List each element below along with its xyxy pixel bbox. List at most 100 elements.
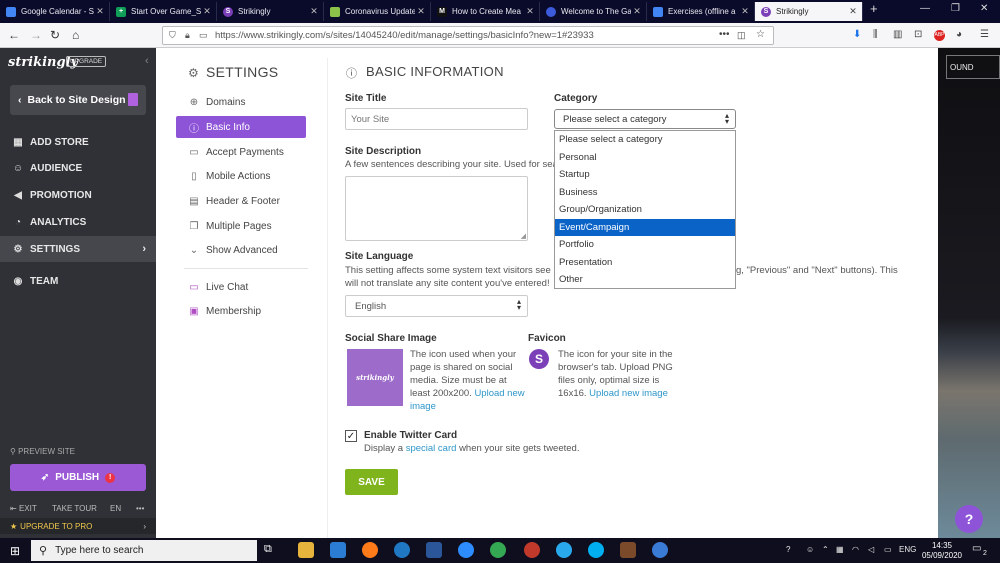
category-option[interactable]: Please select a category bbox=[555, 131, 735, 149]
sidebar-item-team[interactable]: ◉ TEAM bbox=[0, 268, 156, 294]
close-icon[interactable]: ✕ bbox=[631, 6, 643, 17]
network-icon[interactable]: ▦ bbox=[836, 545, 844, 554]
browser-tab[interactable]: Coronavirus Update ✕ bbox=[324, 2, 431, 21]
library-icon[interactable]: ⫼ bbox=[873, 29, 878, 40]
notifications-icon[interactable]: ▭ bbox=[972, 543, 981, 554]
word-icon[interactable] bbox=[426, 542, 442, 558]
app-icon[interactable] bbox=[524, 542, 540, 558]
category-option[interactable]: Startup bbox=[555, 166, 735, 184]
task-view-icon[interactable]: ⧉ bbox=[264, 543, 280, 559]
browser-tab[interactable]: M How to Create Mea ✕ bbox=[431, 2, 540, 21]
site-language-select[interactable]: English ▴ ▾ bbox=[345, 295, 528, 317]
page-actions-menu[interactable]: ••• bbox=[719, 29, 730, 40]
new-tab-icon[interactable]: + bbox=[870, 1, 878, 16]
home-icon[interactable]: ⌂ bbox=[72, 28, 79, 42]
settings-item-basic-info[interactable]: ⓘ Basic Info bbox=[176, 116, 306, 138]
settings-item-membership[interactable]: ▣ Membership bbox=[176, 300, 306, 322]
windows-start-icon[interactable]: ⊞ bbox=[10, 544, 20, 558]
skype-icon[interactable] bbox=[588, 542, 604, 558]
pocket-icon[interactable]: ◫ bbox=[737, 30, 746, 41]
extension-icon[interactable]: ◕ bbox=[956, 29, 962, 40]
publish-button[interactable]: ➶ PUBLISH ! bbox=[10, 464, 146, 491]
minimize-icon[interactable]: — bbox=[920, 3, 930, 14]
sidebar-item-analytics[interactable]: ◔ ANALYTICS bbox=[0, 209, 156, 235]
firefox-icon[interactable] bbox=[362, 542, 378, 558]
close-window-icon[interactable]: ✕ bbox=[980, 3, 988, 14]
settings-item-multiple-pages[interactable]: ❐ Multiple Pages bbox=[176, 215, 306, 237]
download-icon[interactable]: ⬇ bbox=[853, 29, 861, 40]
restore-icon[interactable]: ❐ bbox=[951, 3, 960, 14]
help-tray-icon[interactable]: ? bbox=[786, 545, 790, 554]
screenshot-icon[interactable]: ⊡ bbox=[914, 29, 922, 40]
upgrade-badge[interactable]: UPGRADE bbox=[66, 56, 107, 67]
battery-icon[interactable]: ▭ bbox=[884, 545, 892, 554]
taskbar-clock[interactable]: 14:35 05/09/2020 bbox=[920, 541, 964, 561]
preview-site-link[interactable]: ⚲ PREVIEW SITE bbox=[10, 447, 75, 456]
telegram-icon[interactable] bbox=[556, 542, 572, 558]
browser-tab[interactable]: Welcome to The Ga ✕ bbox=[540, 2, 647, 21]
upgrade-to-pro-link[interactable]: ★ UPGRADE TO PRO › bbox=[0, 518, 156, 534]
shield-icon[interactable]: ⛉ bbox=[169, 30, 176, 41]
chrome-icon[interactable] bbox=[490, 542, 506, 558]
chevron-up-icon[interactable]: ⌃ bbox=[822, 545, 829, 554]
favicon-thumbnail[interactable]: S bbox=[529, 349, 549, 369]
category-option[interactable]: Personal bbox=[555, 149, 735, 167]
help-chat-button[interactable]: ? bbox=[955, 505, 983, 533]
edge-icon[interactable] bbox=[394, 542, 410, 558]
settings-item-header-footer[interactable]: ▤ Header & Footer bbox=[176, 190, 306, 212]
people-icon[interactable]: ☺ bbox=[806, 545, 814, 554]
address-bar[interactable]: ⛉ 🔒︎ ▭ https://www.strikingly.com/s/site… bbox=[162, 26, 774, 45]
back-arrow-icon[interactable]: ← bbox=[8, 28, 20, 42]
lock-icon[interactable]: 🔒︎ bbox=[185, 30, 190, 41]
favicon-upload-link[interactable]: Upload new image bbox=[589, 388, 668, 399]
more-menu[interactable]: ••• bbox=[136, 504, 144, 513]
settings-item-show-advanced[interactable]: ⌄ Show Advanced bbox=[176, 239, 306, 261]
category-option[interactable]: Other bbox=[555, 271, 735, 289]
settings-item-mobile-actions[interactable]: ▯ Mobile Actions bbox=[176, 165, 306, 187]
file-explorer-icon[interactable] bbox=[298, 542, 314, 558]
sidebar-toggle-icon[interactable]: ▥ bbox=[893, 29, 902, 40]
permissions-icon[interactable]: ▭ bbox=[199, 30, 208, 41]
bookmark-star-icon[interactable]: ☆ bbox=[756, 29, 765, 40]
social-share-thumbnail[interactable]: strikingly bbox=[347, 349, 403, 406]
special-card-link[interactable]: special card bbox=[406, 443, 457, 454]
exit-link[interactable]: ⇤ EXIT bbox=[10, 504, 37, 513]
language-indicator[interactable]: ENG bbox=[899, 545, 916, 554]
settings-item-domains[interactable]: ⊕ Domains bbox=[176, 91, 306, 113]
settings-item-live-chat[interactable]: ▭ Live Chat bbox=[176, 276, 306, 298]
taskbar-search-box[interactable]: ⚲ Type here to search bbox=[31, 540, 257, 561]
take-tour-link[interactable]: TAKE TOUR bbox=[52, 504, 97, 513]
reload-icon[interactable]: ↻ bbox=[50, 28, 60, 42]
language-link[interactable]: EN bbox=[110, 504, 121, 513]
adblock-icon[interactable]: ABP bbox=[934, 30, 945, 41]
close-icon[interactable]: ✕ bbox=[739, 6, 751, 17]
category-option[interactable]: Business bbox=[555, 184, 735, 202]
category-option[interactable]: Presentation bbox=[555, 254, 735, 272]
browser-tab-active[interactable]: S Strikingly ✕ bbox=[755, 2, 863, 21]
browser-tab[interactable]: Exercises (offline a ✕ bbox=[647, 2, 755, 21]
browser-tab[interactable]: S Strikingly ✕ bbox=[217, 2, 324, 21]
close-icon[interactable]: ✕ bbox=[201, 6, 213, 17]
collapse-sidebar-icon[interactable]: ‹ bbox=[145, 55, 149, 67]
app-icon[interactable] bbox=[620, 542, 636, 558]
forward-arrow-icon[interactable]: → bbox=[30, 28, 42, 42]
twitter-card-checkbox[interactable]: ✓ bbox=[345, 430, 357, 442]
browser-tab[interactable]: + Start Over Game_St ✕ bbox=[110, 2, 217, 21]
category-option[interactable]: Group/Organization bbox=[555, 201, 735, 219]
sidebar-item-audience[interactable]: ☺ AUDIENCE bbox=[0, 155, 156, 181]
sidebar-item-add-store[interactable]: ▦ ADD STORE bbox=[0, 129, 156, 155]
volume-icon[interactable]: ◁ bbox=[868, 545, 874, 554]
resize-handle-icon[interactable]: ◢ bbox=[521, 232, 526, 240]
sidebar-item-settings[interactable]: ⚙ SETTINGS › bbox=[0, 236, 156, 262]
hamburger-menu-icon[interactable]: ☰ bbox=[980, 29, 989, 40]
zoom-icon[interactable] bbox=[458, 542, 474, 558]
chat-app-icon[interactable] bbox=[652, 542, 668, 558]
category-option-highlighted[interactable]: Event/Campaign bbox=[555, 218, 735, 236]
wifi-icon[interactable]: ◠ bbox=[852, 545, 859, 554]
close-icon[interactable]: ✕ bbox=[524, 6, 536, 17]
settings-item-accept-payments[interactable]: ▭ Accept Payments bbox=[176, 141, 306, 163]
site-title-input[interactable] bbox=[345, 108, 528, 130]
close-icon[interactable]: ✕ bbox=[847, 6, 859, 17]
browser-tab[interactable]: Google Calendar - S ✕ bbox=[0, 2, 110, 21]
site-description-textarea[interactable]: ◢ bbox=[345, 176, 528, 241]
